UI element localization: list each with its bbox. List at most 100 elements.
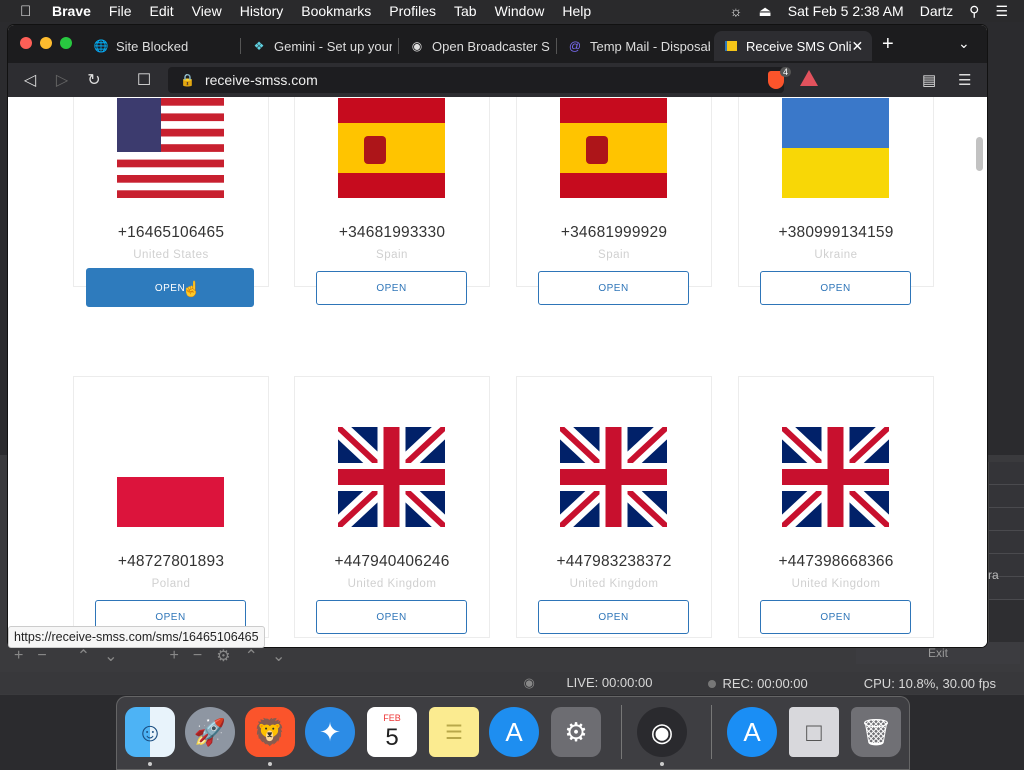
open-button[interactable]: OPEN (86, 268, 254, 307)
country-name: Spain (598, 249, 630, 261)
menu-profiles[interactable]: Profiles (389, 3, 436, 19)
menubar-user[interactable]: Dartz (920, 3, 953, 19)
menu-app-name[interactable]: Brave (52, 3, 91, 19)
phone-number: +380999134159 (778, 224, 894, 241)
uk-flag-icon (560, 427, 667, 527)
menu-bar:  Brave File Edit View History Bookmarks… (0, 0, 1024, 22)
tab-obs[interactable]: ◉ Open Broadcaster So (400, 31, 550, 61)
phone-number: +16465106465 (117, 224, 225, 241)
running-indicator (268, 762, 272, 766)
spain-flag-icon (338, 98, 445, 198)
open-button[interactable]: OPEN (538, 271, 689, 305)
minimize-window-button[interactable] (40, 37, 52, 49)
notes-icon[interactable]: ☰ (429, 707, 479, 757)
move-down-icon[interactable]: ⌄ (104, 646, 117, 666)
menu-bookmarks[interactable]: Bookmarks (301, 3, 371, 19)
country-name: Ukraine (814, 249, 858, 261)
control-center-icon[interactable]: ☰ (995, 3, 1008, 20)
move-down-icon[interactable]: ⌄ (272, 646, 285, 666)
phone-number: +447940406246 (334, 553, 450, 570)
window-controls (20, 37, 80, 49)
menu-edit[interactable]: Edit (149, 3, 173, 19)
open-button[interactable]: OPEN (316, 600, 467, 634)
installer-icon[interactable]: □ (789, 707, 839, 757)
close-window-button[interactable] (20, 37, 32, 49)
tab-separator (556, 38, 557, 54)
shields-count-badge: 4 (780, 67, 792, 77)
move-up-icon[interactable]: ⌃ (245, 646, 258, 666)
open-button[interactable]: OPEN (760, 600, 911, 634)
bookmark-icon[interactable]: ☐ (134, 70, 154, 90)
spain-flag-icon (560, 98, 667, 198)
number-card: +380999134159 Ukraine OPEN (738, 97, 934, 305)
address-bar[interactable]: 🔒 receive-smss.com (168, 67, 784, 93)
eject-icon[interactable]: ⏏ (759, 3, 772, 20)
menu-history[interactable]: History (240, 3, 284, 19)
open-button[interactable]: OPEN (316, 271, 467, 305)
zoom-window-button[interactable] (60, 37, 72, 49)
move-up-icon[interactable]: ⌃ (77, 646, 90, 666)
downloads-icon[interactable]: A (727, 707, 777, 757)
menu-tab[interactable]: Tab (454, 3, 477, 19)
spotlight-search-icon[interactable]: ⚲ (969, 3, 979, 20)
country-name: United Kingdom (347, 578, 437, 590)
new-tab-button[interactable]: + (882, 33, 894, 56)
tab-gemini[interactable]: ❖ Gemini - Set up your (242, 31, 392, 61)
obs-panel-row (989, 462, 1024, 485)
running-indicator (660, 762, 664, 766)
forward-icon[interactable]: ▷ (52, 70, 72, 90)
remove-icon[interactable]: − (37, 647, 46, 665)
tempmail-icon: @ (568, 39, 582, 53)
gear-icon[interactable]: ⚙ (216, 646, 230, 666)
apple-menu-icon[interactable]:  (20, 3, 38, 20)
launchpad-icon[interactable]: 🚀 (185, 707, 235, 757)
lock-icon: 🔒 (180, 73, 195, 87)
remove-icon[interactable]: − (193, 647, 202, 665)
page-scrollbar[interactable] (976, 137, 983, 171)
number-card: +16465106465 United States OPEN ☝ (73, 97, 269, 307)
phone-number: +48727801893 (117, 553, 225, 570)
menu-window[interactable]: Window (495, 3, 545, 19)
browser-window: 🌐 Site Blocked ❖ Gemini - Set up your ◉ … (8, 25, 987, 647)
add-icon[interactable]: + (170, 647, 179, 665)
menu-view[interactable]: View (192, 3, 222, 19)
phone-number: +34681999929 (560, 224, 668, 241)
poland-flag-icon (117, 427, 224, 527)
wallet-icon[interactable]: ▤ (922, 71, 936, 89)
obs-cpu-text: CPU: 10.8%, 30.00 fps (863, 675, 996, 691)
tab-strip: 🌐 Site Blocked ❖ Gemini - Set up your ◉ … (8, 25, 987, 63)
reload-icon[interactable]: ↻ (84, 70, 104, 90)
url-text[interactable]: receive-smss.com (205, 72, 318, 88)
app-store-icon[interactable]: A (489, 707, 539, 757)
broadcast-icon: ◉ (523, 675, 539, 690)
brave-rewards-icon[interactable] (800, 70, 818, 86)
open-button[interactable]: OPEN (538, 600, 689, 634)
country-name: Spain (376, 249, 408, 261)
obs-icon[interactable]: ◉ (637, 707, 687, 757)
tab-receive-sms[interactable]: Receive SMS Onli ✕ (714, 31, 872, 61)
dock: ☺ 🚀 🦁 ✦ FEB 5 ☰ A ⚙ ◉ A □ 🗑 (116, 696, 910, 770)
finder-icon[interactable]: ☺ (125, 707, 175, 757)
safari-icon[interactable]: ✦ (305, 707, 355, 757)
calendar-icon[interactable]: FEB 5 (367, 707, 417, 757)
obs-toolbar: + − ⌃ ⌄ + − ⚙ ⌃ ⌄ (0, 645, 350, 667)
menubar-clock[interactable]: Sat Feb 5 2:38 AM (788, 3, 904, 19)
menu-file[interactable]: File (109, 3, 132, 19)
phone-number: +447398668366 (778, 553, 894, 570)
tab-temp-mail[interactable]: @ Temp Mail - Disposab (558, 31, 710, 61)
trash-icon[interactable]: 🗑 (851, 707, 901, 757)
main-menu-icon[interactable]: ☰ (958, 71, 971, 89)
obs-status-icon[interactable]: ☼ (730, 3, 743, 19)
add-icon[interactable]: + (14, 647, 23, 665)
obs-rec-status: REC: 00:00:00 (708, 676, 835, 691)
back-icon[interactable]: ◁ (20, 70, 40, 90)
tab-title: Gemini - Set up your (274, 38, 392, 54)
menu-help[interactable]: Help (562, 3, 591, 19)
close-tab-icon[interactable]: ✕ (851, 38, 863, 55)
tab-site-blocked[interactable]: 🌐 Site Blocked (84, 31, 232, 61)
system-preferences-icon[interactable]: ⚙ (551, 707, 601, 757)
tab-title: Temp Mail - Disposab (590, 38, 710, 54)
brave-icon[interactable]: 🦁 (245, 707, 295, 757)
tab-search-chevron-icon[interactable]: ⌄ (958, 35, 970, 52)
open-button[interactable]: OPEN (760, 271, 911, 305)
